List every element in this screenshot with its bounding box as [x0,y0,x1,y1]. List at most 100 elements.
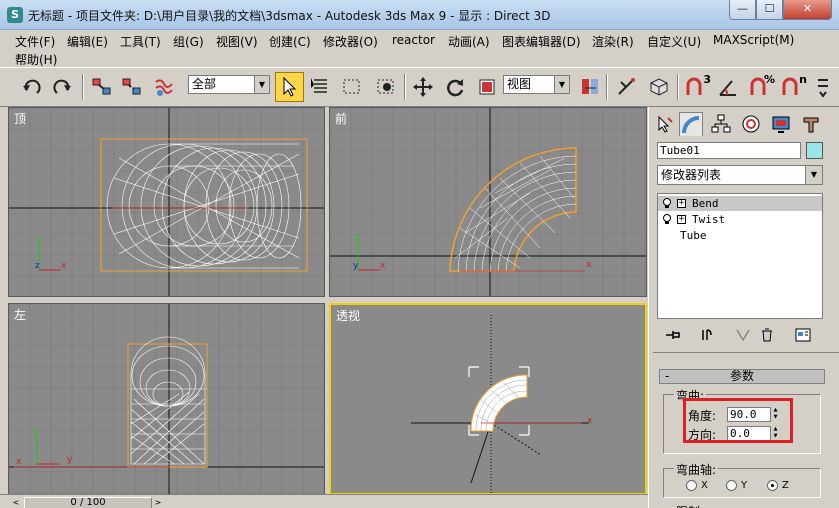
motion-tab-icon[interactable] [739,112,763,136]
time-slider[interactable]: 0 / 100 [24,497,152,508]
menu-edit[interactable]: 编辑(E) [67,33,108,50]
selection-filter-dropdown[interactable]: 全部 ▼ [188,75,270,94]
undo-icon[interactable] [18,73,46,101]
viewport-grid [9,304,324,494]
stack-item-tube[interactable]: Tube [658,228,822,243]
axis-y-radio[interactable] [726,480,737,491]
chevron-down-icon: ▼ [554,76,569,93]
viewport-left[interactable]: z x y 左 [8,303,325,495]
display-tab-icon[interactable] [769,112,793,136]
stack-item-twist[interactable]: + Twist [658,212,822,227]
stack-item-bend[interactable]: + Bend [658,196,822,211]
stack-toolbar [649,323,839,347]
axis-x-label: x [380,261,386,271]
lightbulb-icon[interactable] [662,198,672,209]
object-color-swatch[interactable] [806,142,823,159]
snap-dimension-label: 3 [703,73,711,86]
bind-to-space-warp-icon[interactable] [150,73,178,101]
menu-customize[interactable]: 自定义(U) [647,33,701,50]
parameters-rollout-header[interactable]: - 参数 [659,369,825,384]
select-and-manipulate-icon[interactable] [612,73,640,101]
reference-coordinate-dropdown[interactable]: 视图 ▼ [503,75,570,94]
menu-group[interactable]: 组(G) [173,33,204,50]
remove-modifier-icon[interactable] [757,326,777,344]
menu-modifiers[interactable]: 修改器(O) [323,33,378,50]
bent-tube-outline [449,147,577,272]
next-frame-button[interactable]: > [152,497,164,508]
viewport-top[interactable]: y z x 顶 [8,107,325,297]
modifier-list-label: 修改器列表 [661,168,722,182]
show-end-result-icon[interactable] [697,326,717,344]
pin-stack-icon[interactable] [663,326,683,344]
viewport-front[interactable]: z y x x 前 [329,107,647,297]
configure-modifier-sets-icon[interactable] [793,326,813,344]
axis-x-label: x [16,457,22,467]
create-tab-icon[interactable] [653,112,677,136]
select-and-move-icon[interactable] [409,73,437,101]
previous-frame-button[interactable]: < [10,497,22,508]
viewport-label-front[interactable]: 前 [335,110,347,127]
redo-icon[interactable] [48,73,76,101]
menu-file[interactable]: 文件(F) [15,33,55,50]
axis-y-label: y [36,235,42,245]
chevron-down-icon: ▼ [254,76,269,93]
use-pivot-point-center-icon[interactable] [576,73,604,101]
bend-axis-group-title: 弯曲轴: [674,461,719,478]
menu-tools[interactable]: 工具(T) [120,33,161,50]
select-by-name-icon[interactable] [306,73,334,101]
keyboard-shortcut-override-icon[interactable] [645,73,673,101]
menu-maxscript[interactable]: MAXScript(M) [713,33,794,47]
percent-snap-toggle-icon[interactable]: % [747,73,775,101]
viewport-perspective[interactable]: x 透视 [329,303,647,495]
selection-filter-value: 全部 [192,77,217,91]
menu-graph-editors[interactable]: 图表编辑器(D) [502,33,581,50]
app-logo-icon: S [7,7,23,23]
bounding-box [127,343,208,468]
expand-icon[interactable]: + [677,215,686,224]
toolbar-more-icon[interactable] [811,73,835,101]
select-and-link-icon[interactable] [88,73,116,101]
gizmo-x-label: x [586,260,592,270]
select-and-scale-icon[interactable] [473,73,501,101]
rectangular-selection-icon[interactable] [338,73,366,101]
viewport-label-left[interactable]: 左 [14,306,26,323]
expand-icon[interactable]: + [677,199,686,208]
menu-help[interactable]: 帮助(H) [15,51,57,68]
chevron-down-icon: ▼ [805,166,822,184]
minimize-button[interactable]: — [729,0,756,20]
axis-x-radio[interactable] [686,480,697,491]
close-button[interactable]: ✕ [783,0,832,20]
menu-create[interactable]: 创建(C) [269,33,311,50]
viewport-label-top[interactable]: 顶 [14,110,26,127]
modifier-list-dropdown[interactable]: 修改器列表 ▼ [657,165,823,185]
menu-reactor[interactable]: reactor [392,33,435,47]
viewport-label-perspective[interactable]: 透视 [336,307,360,324]
window-crossing-icon[interactable] [372,73,400,101]
tube-wireframe [454,155,577,272]
utilities-tab-icon[interactable] [799,112,823,136]
snaps-toggle-icon[interactable]: 3 [683,73,711,101]
select-object-icon[interactable] [275,72,304,102]
unlink-selection-icon[interactable] [118,73,146,101]
object-name-field[interactable]: Tube01 [657,142,801,159]
gizmo-y-label: y [67,455,73,465]
axis-z-radio[interactable] [767,480,778,491]
menu-rendering[interactable]: 渲染(R) [592,33,634,50]
hierarchy-tab-icon[interactable] [709,112,733,136]
axis-z-label: z [35,261,40,271]
spinner-snap-toggle-icon[interactable]: n [779,73,807,101]
make-unique-icon[interactable] [733,326,753,344]
menu-animation[interactable]: 动画(A) [448,33,490,50]
menu-views[interactable]: 视图(V) [216,33,258,50]
modify-tab-icon[interactable] [679,112,703,136]
lightbulb-icon[interactable] [662,214,672,225]
angle-snap-toggle-icon[interactable] [715,73,743,101]
select-and-rotate-icon[interactable] [441,73,469,101]
collapse-icon[interactable]: - [665,370,669,383]
command-panel: Tube01 修改器列表 ▼ + Bend + Twist Tube - 参数 … [648,107,839,508]
stack-item-label: Twist [692,213,726,226]
maximize-button[interactable]: ☐ [756,0,783,20]
parameters-title: 参数 [729,369,754,383]
spinner-snap-label: n [799,73,807,86]
tube-wireframe [130,336,206,465]
